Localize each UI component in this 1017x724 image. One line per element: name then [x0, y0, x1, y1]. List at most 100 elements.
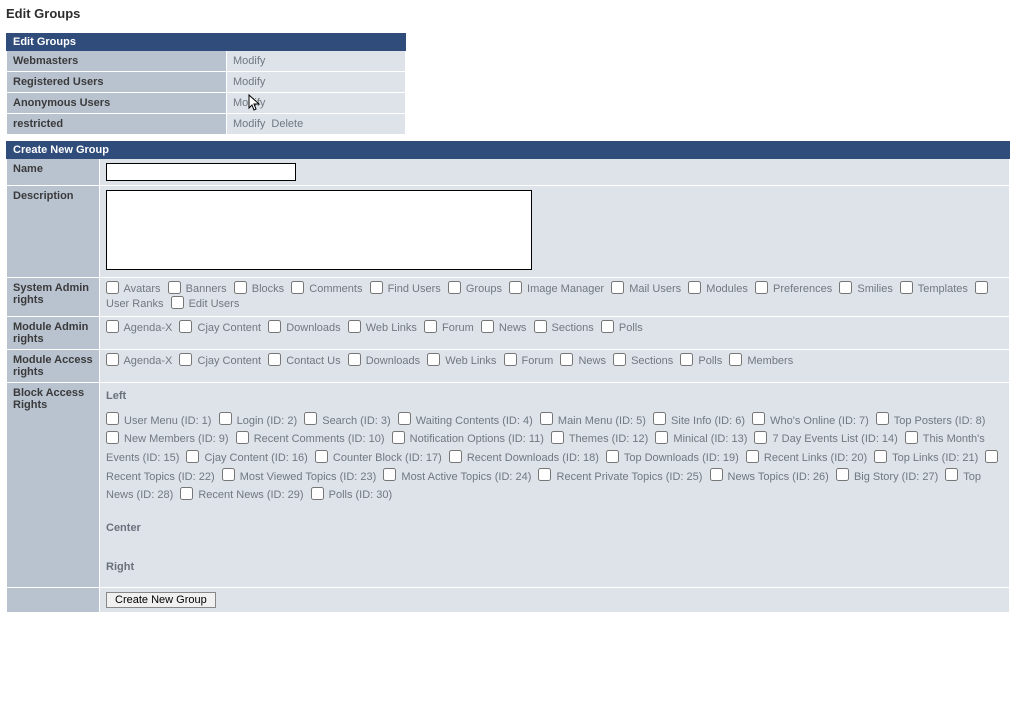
system-admin-item: Avatars	[106, 283, 164, 295]
block-left-checkbox[interactable]	[905, 431, 918, 444]
module-access-checkbox[interactable]	[179, 353, 192, 366]
module-admin-checkbox[interactable]	[348, 320, 361, 333]
module-admin-checkbox[interactable]	[534, 320, 547, 333]
block-left-checkbox[interactable]	[653, 412, 666, 425]
system-admin-checkbox[interactable]	[509, 281, 522, 294]
block-left-list: User Menu (ID: 1) Login (ID: 2) Search (…	[106, 415, 1000, 502]
block-left-item: Big Story (ID: 27)	[836, 471, 941, 483]
system-admin-checkbox[interactable]	[839, 281, 852, 294]
system-admin-item: Templates	[900, 283, 971, 295]
system-admin-checkbox[interactable]	[611, 281, 624, 294]
modify-link[interactable]: Modify	[233, 76, 265, 88]
block-left-checkbox[interactable]	[945, 468, 958, 481]
module-access-checkbox[interactable]	[268, 353, 281, 366]
block-left-checkbox[interactable]	[874, 450, 887, 463]
block-left-checkbox[interactable]	[746, 450, 759, 463]
block-left-checkbox[interactable]	[606, 450, 619, 463]
system-admin-checkbox[interactable]	[975, 281, 988, 294]
group-name-cell: restricted	[7, 114, 227, 135]
block-center-label: Center	[106, 519, 1003, 538]
module-admin-checkbox[interactable]	[601, 320, 614, 333]
system-admin-checkbox[interactable]	[171, 296, 184, 309]
system-admin-checkbox[interactable]	[755, 281, 768, 294]
block-left-checkbox[interactable]	[106, 431, 119, 444]
module-access-checkbox[interactable]	[613, 353, 626, 366]
module-admin-item: Web Links	[348, 322, 420, 334]
system-admin-checkbox[interactable]	[900, 281, 913, 294]
module-access-checkbox[interactable]	[680, 353, 693, 366]
module-access-checkbox[interactable]	[348, 353, 361, 366]
block-left-checkbox[interactable]	[315, 450, 328, 463]
block-left-item: Recent Private Topics (ID: 25)	[538, 471, 705, 483]
block-left-checkbox[interactable]	[876, 412, 889, 425]
system-admin-checkbox[interactable]	[448, 281, 461, 294]
block-left-checkbox[interactable]	[392, 431, 405, 444]
name-input[interactable]	[106, 163, 296, 181]
description-textarea[interactable]	[106, 190, 532, 270]
block-left-checkbox[interactable]	[540, 412, 553, 425]
group-actions-cell: Modify Delete	[227, 114, 406, 135]
block-left-checkbox[interactable]	[106, 412, 119, 425]
block-left-checkbox[interactable]	[655, 431, 668, 444]
system-admin-checkbox[interactable]	[106, 281, 119, 294]
create-group-header: Create New Group	[7, 142, 1010, 159]
block-left-checkbox[interactable]	[236, 431, 249, 444]
block-left-checkbox[interactable]	[180, 487, 193, 500]
block-left-item: Top Links (ID: 21)	[874, 452, 981, 464]
system-admin-checkbox[interactable]	[688, 281, 701, 294]
block-left-checkbox[interactable]	[985, 450, 998, 463]
module-admin-item: Cjay Content	[179, 322, 264, 334]
module-admin-checkbox[interactable]	[481, 320, 494, 333]
block-left-checkbox[interactable]	[304, 412, 317, 425]
system-admin-item: Groups	[448, 283, 505, 295]
block-left-checkbox[interactable]	[398, 412, 411, 425]
block-left-item: Recent Comments (ID: 10)	[236, 433, 388, 445]
module-access-checkbox[interactable]	[729, 353, 742, 366]
block-left-item: Waiting Contents (ID: 4)	[398, 415, 536, 427]
module-admin-item: Agenda-X	[106, 322, 175, 334]
module-admin-checkbox[interactable]	[106, 320, 119, 333]
block-left-checkbox[interactable]	[752, 412, 765, 425]
system-admin-checkbox[interactable]	[168, 281, 181, 294]
module-access-checkbox[interactable]	[504, 353, 517, 366]
create-group-button[interactable]: Create New Group	[106, 592, 216, 608]
module-access-item: Agenda-X	[106, 355, 175, 367]
block-left-item: Top Posters (ID: 8)	[876, 415, 986, 427]
module-access-checkbox[interactable]	[427, 353, 440, 366]
module-admin-checkbox[interactable]	[424, 320, 437, 333]
module-access-checkbox[interactable]	[560, 353, 573, 366]
system-admin-checkbox[interactable]	[370, 281, 383, 294]
module-admin-item: Downloads	[268, 322, 344, 334]
block-left-label: Left	[106, 387, 1003, 406]
block-left-checkbox[interactable]	[219, 412, 232, 425]
module-access-item: Downloads	[348, 355, 424, 367]
module-admin-checkbox[interactable]	[268, 320, 281, 333]
system-admin-checkbox[interactable]	[291, 281, 304, 294]
description-label: Description	[7, 186, 100, 278]
block-left-item: Minical (ID: 13)	[655, 433, 750, 445]
block-left-checkbox[interactable]	[710, 468, 723, 481]
delete-link[interactable]: Delete	[271, 118, 303, 130]
block-left-checkbox[interactable]	[836, 468, 849, 481]
module-admin-checkbox[interactable]	[179, 320, 192, 333]
block-left-checkbox[interactable]	[754, 431, 767, 444]
module-access-item: Sections	[613, 355, 676, 367]
block-left-checkbox[interactable]	[538, 468, 551, 481]
modify-link[interactable]: Modify	[233, 118, 265, 130]
block-left-item: Top Downloads (ID: 19)	[606, 452, 742, 464]
block-left-item: Site Info (ID: 6)	[653, 415, 748, 427]
block-left-checkbox[interactable]	[449, 450, 462, 463]
block-left-checkbox[interactable]	[222, 468, 235, 481]
module-access-checkbox[interactable]	[106, 353, 119, 366]
system-admin-checkbox[interactable]	[234, 281, 247, 294]
module-access-item: Cjay Content	[179, 355, 264, 367]
block-left-item: Cjay Content (ID: 16)	[186, 452, 310, 464]
edit-groups-header: Edit Groups	[7, 34, 406, 51]
block-left-checkbox[interactable]	[383, 468, 396, 481]
block-left-checkbox[interactable]	[311, 487, 324, 500]
modify-link[interactable]: Modify	[233, 97, 265, 109]
block-left-checkbox[interactable]	[186, 450, 199, 463]
edit-groups-table: Edit Groups WebmastersModifyRegistered U…	[6, 33, 406, 135]
modify-link[interactable]: Modify	[233, 55, 265, 67]
block-left-checkbox[interactable]	[551, 431, 564, 444]
